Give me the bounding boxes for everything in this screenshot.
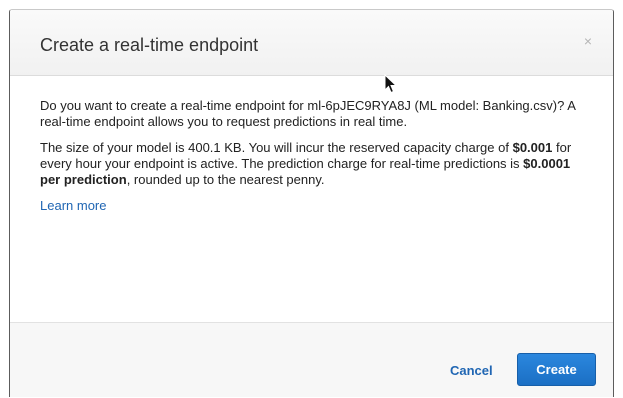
- pricing-text-3: , rounded up to the nearest penny.: [126, 172, 325, 187]
- cancel-button[interactable]: Cancel: [450, 363, 493, 378]
- pricing-description: The size of your model is 400.1 KB. You …: [40, 140, 592, 188]
- reserved-capacity-charge: $0.001: [512, 140, 553, 155]
- endpoint-description: Do you want to create a real-time endpoi…: [40, 98, 576, 129]
- dialog-header: Create a real-time endpoint ×: [10, 10, 613, 76]
- close-icon[interactable]: ×: [581, 34, 595, 48]
- create-endpoint-dialog: Create a real-time endpoint × Do you wan…: [9, 9, 614, 397]
- dialog-footer: Cancel Create: [10, 322, 613, 397]
- learn-more-link[interactable]: Learn more: [40, 198, 106, 214]
- create-button[interactable]: Create: [517, 353, 596, 386]
- mouse-pointer-icon: [384, 74, 398, 94]
- pricing-text-1: The size of your model is 400.1 KB. You …: [40, 140, 513, 155]
- dialog-body: Do you want to create a real-time endpoi…: [40, 98, 592, 214]
- dialog-title: Create a real-time endpoint: [40, 35, 259, 55]
